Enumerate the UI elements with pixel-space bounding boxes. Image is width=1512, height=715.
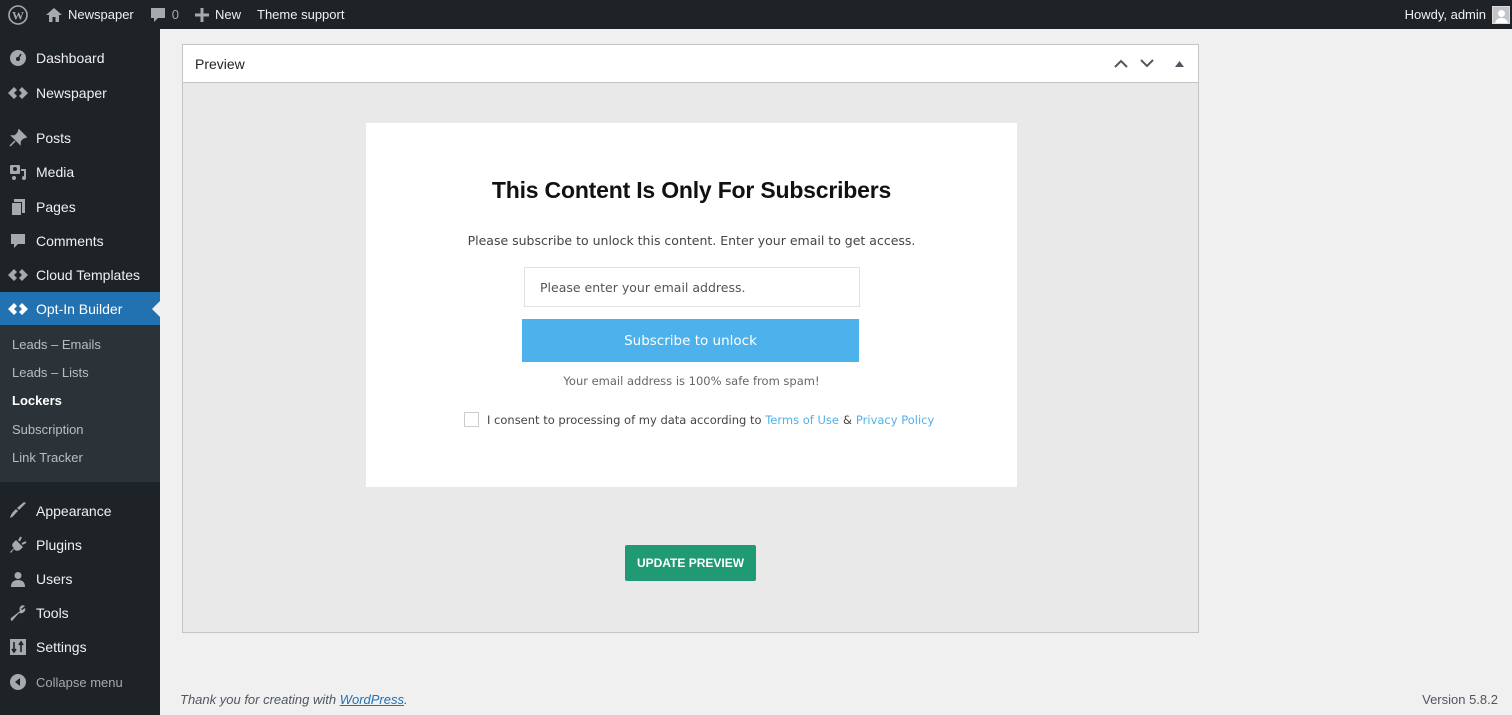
sidebar-item-label: Newspaper (36, 85, 107, 101)
brush-icon (0, 502, 36, 520)
avatar (1492, 5, 1510, 24)
sidebar-item-label: Tools (36, 605, 69, 621)
sidebar-item-appearance[interactable]: Appearance (0, 494, 160, 528)
toggle-panel-button[interactable] (1170, 55, 1188, 73)
chevron-down-icon (1140, 59, 1154, 68)
wordpress-logo-button[interactable]: W (0, 0, 38, 29)
svg-text:W: W (12, 8, 24, 22)
submenu-item-subscription[interactable]: Subscription (12, 422, 84, 437)
theme-support-link[interactable]: Theme support (249, 0, 352, 29)
pin-icon (0, 129, 36, 147)
sidebar-item-label: Dashboard (36, 50, 105, 66)
wrench-icon (0, 604, 36, 622)
site-name: Newspaper (68, 7, 134, 22)
content-locker-preview: This Content Is Only For Subscribers Ple… (366, 123, 1017, 487)
sidebar-item-label: Users (36, 571, 73, 587)
new-content-link[interactable]: New (187, 0, 249, 29)
sidebar-item-optin-builder[interactable]: Opt-In Builder (0, 292, 160, 326)
greeting: Howdy, admin (1404, 7, 1486, 22)
comment-icon (0, 233, 36, 249)
media-icon (0, 163, 36, 181)
consent-row: I consent to processing of my data accor… (464, 412, 934, 427)
sidebar-item-comments[interactable]: Comments (0, 224, 160, 258)
collapse-menu-label: Collapse menu (36, 674, 123, 690)
sidebar-item-cloud-templates[interactable]: Cloud Templates (0, 258, 160, 292)
sidebar-item-dashboard[interactable]: Dashboard (0, 41, 160, 75)
dashboard-icon (0, 49, 36, 67)
admin-bar: W Newspaper 0 New Theme support Howdy, a… (0, 0, 1512, 29)
chevron-up-icon (1114, 59, 1128, 68)
collapse-icon (0, 674, 36, 690)
wordpress-link[interactable]: WordPress (340, 692, 404, 707)
sidebar-item-posts[interactable]: Posts (0, 121, 160, 155)
plus-icon (195, 7, 209, 22)
triangle-up-icon (1174, 60, 1184, 67)
sidebar-item-media[interactable]: Media (0, 155, 160, 189)
sidebar-item-label: Pages (36, 199, 76, 215)
postbox-header: Preview (183, 45, 1198, 83)
sidebar-item-label: Media (36, 164, 75, 180)
spam-note: Your email address is 100% safe from spa… (563, 374, 820, 388)
sidebar-item-label: Opt-In Builder (36, 301, 123, 317)
sidebar-item-settings[interactable]: Settings (0, 630, 160, 664)
sidebar-item-label: Plugins (36, 537, 82, 553)
optin-builder-submenu: Leads – Emails Leads – Lists Lockers Sub… (0, 325, 160, 482)
footer-period: . (404, 692, 408, 707)
site-name-link[interactable]: Newspaper (38, 0, 142, 29)
footer-thanks: Thank you for creating with WordPress. (180, 692, 408, 707)
submenu-item-lockers[interactable]: Lockers (12, 393, 62, 408)
preview-postbox: Preview This Content Is Only For Subscri… (182, 44, 1199, 633)
cloud-templates-icon (0, 268, 36, 282)
sidebar-item-label: Appearance (36, 503, 112, 519)
sidebar-item-label: Settings (36, 639, 87, 655)
locker-title: This Content Is Only For Subscribers (491, 177, 892, 203)
settings-icon (0, 639, 36, 655)
terms-of-use-link[interactable]: Terms of Use (765, 413, 839, 427)
my-account-link[interactable]: Howdy, admin (1397, 0, 1512, 29)
email-input[interactable] (524, 267, 860, 307)
newspaper-icon (0, 86, 36, 100)
sidebar-item-pages[interactable]: Pages (0, 190, 160, 224)
theme-support-label: Theme support (257, 7, 345, 22)
comments-count: 0 (171, 7, 179, 22)
submenu-item-leads-emails[interactable]: Leads – Emails (12, 337, 101, 352)
privacy-policy-link[interactable]: Privacy Policy (856, 413, 934, 427)
user-icon (0, 571, 36, 587)
sidebar-item-newspaper[interactable]: Newspaper (0, 76, 160, 110)
sidebar-item-tools[interactable]: Tools (0, 596, 160, 630)
submenu-item-link-tracker[interactable]: Link Tracker (12, 450, 83, 465)
home-icon (46, 7, 62, 22)
consent-text: I consent to processing of my data accor… (487, 412, 762, 427)
sidebar-item-label: Posts (36, 130, 72, 146)
optin-builder-icon (0, 302, 36, 316)
footer-thanks-text: Thank you for creating with (180, 692, 337, 707)
move-down-button[interactable] (1138, 55, 1156, 73)
sidebar-item-plugins[interactable]: Plugins (0, 528, 160, 562)
move-up-button[interactable] (1112, 55, 1130, 73)
sidebar-item-users[interactable]: Users (0, 562, 160, 596)
consent-amp: & (842, 412, 852, 427)
sidebar-item-label: Cloud Templates (36, 267, 141, 283)
postbox-title: Preview (195, 55, 245, 72)
plug-icon (0, 536, 36, 554)
wordpress-logo-icon: W (8, 4, 28, 25)
comments-link[interactable]: 0 (142, 0, 187, 29)
new-label: New (215, 7, 242, 22)
update-preview-button[interactable]: UPDATE PREVIEW (625, 545, 756, 581)
subscribe-button[interactable]: Subscribe to unlock (522, 319, 859, 362)
admin-sidebar: Dashboard Newspaper Posts Media Pages Co… (0, 29, 160, 715)
consent-checkbox[interactable] (464, 412, 479, 427)
sidebar-item-label: Comments (36, 233, 104, 249)
pages-icon (0, 198, 36, 216)
locker-description: Please subscribe to unlock this content.… (467, 233, 916, 248)
comment-icon (150, 7, 166, 23)
submenu-item-leads-lists[interactable]: Leads – Lists (12, 365, 89, 380)
footer-version: Version 5.8.2 (1422, 692, 1498, 707)
collapse-menu-button[interactable]: Collapse menu (0, 665, 160, 699)
